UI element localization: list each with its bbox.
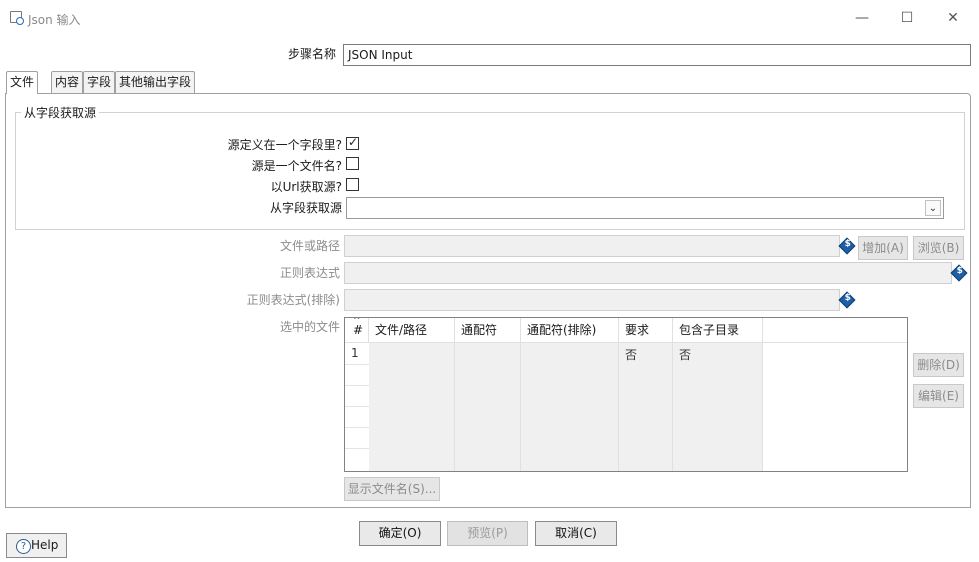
row-divider bbox=[345, 427, 369, 428]
sort-caret-icon: ^ bbox=[353, 317, 361, 326]
minimize-button[interactable]: — bbox=[850, 8, 874, 28]
column-header-required[interactable]: 要求 bbox=[619, 318, 673, 343]
help-label: Help bbox=[31, 538, 59, 552]
table-column-bg bbox=[455, 343, 521, 471]
step-name-input[interactable]: JSON Input bbox=[343, 44, 971, 66]
read-from-url-label: 以Url获取源? bbox=[270, 180, 342, 194]
file-path-input[interactable] bbox=[344, 235, 840, 257]
add-button[interactable]: 增加(A) bbox=[858, 236, 908, 260]
row-divider bbox=[345, 385, 369, 386]
help-button[interactable]: ? Help bbox=[6, 533, 67, 558]
row-divider bbox=[345, 406, 369, 407]
get-source-field-select[interactable]: ⌄ bbox=[346, 197, 944, 219]
chevron-down-icon[interactable]: ⌄ bbox=[925, 200, 941, 216]
cancel-button[interactable]: 取消(C) bbox=[535, 521, 617, 546]
show-filenames-button[interactable]: 显示文件名(S)... bbox=[344, 477, 440, 501]
row-required[interactable]: 否 bbox=[625, 346, 637, 363]
column-header-wildcard-exclude[interactable]: 通配符(排除) bbox=[521, 318, 619, 343]
tab-additional-output-fields[interactable]: 其他输出字段 bbox=[115, 71, 196, 93]
table-column-bg bbox=[369, 343, 455, 471]
column-header-wildcard[interactable]: 通配符 bbox=[455, 318, 521, 343]
window-title: Json 输入 bbox=[28, 13, 81, 27]
source-is-filename-checkbox[interactable] bbox=[346, 157, 359, 170]
close-button[interactable]: ✕ bbox=[941, 8, 965, 28]
app-icon bbox=[10, 11, 24, 25]
step-name-label: 步骤名称 bbox=[288, 47, 337, 61]
source-is-filename-label: 源是一个文件名? bbox=[251, 159, 342, 173]
maximize-button[interactable]: ☐ bbox=[895, 8, 919, 28]
table-header: # 文件/路径 通配符 通配符(排除) 要求 包含子目录 bbox=[345, 318, 907, 343]
preview-button[interactable]: 预览(P) bbox=[447, 521, 528, 546]
row-number: 1 bbox=[351, 346, 359, 360]
file-path-label: 文件或路径 bbox=[279, 239, 340, 253]
group-title: 从字段获取源 bbox=[21, 104, 100, 121]
read-from-url-checkbox[interactable] bbox=[346, 178, 359, 191]
column-header-include-subdirs[interactable]: 包含子目录 bbox=[673, 318, 763, 343]
edit-button[interactable]: 编辑(E) bbox=[913, 384, 964, 408]
regex-label: 正则表达式 bbox=[279, 266, 340, 280]
regex-exclude-label: 正则表达式(排除) bbox=[246, 293, 340, 307]
regex-input[interactable] bbox=[344, 262, 952, 284]
ok-button[interactable]: 确定(O) bbox=[359, 521, 441, 546]
column-header-path[interactable]: 文件/路径 bbox=[369, 318, 455, 343]
selected-files-table[interactable]: # 文件/路径 通配符 通配符(排除) 要求 包含子目录 ^ 1 否 否 bbox=[344, 317, 908, 472]
get-source-field-label: 从字段获取源 bbox=[269, 201, 342, 215]
source-in-field-checkbox[interactable] bbox=[346, 135, 359, 150]
tab-file[interactable]: 文件 bbox=[6, 71, 39, 94]
question-mark-icon: ? bbox=[16, 539, 31, 554]
selected-files-label: 选中的文件 bbox=[279, 320, 340, 334]
source-in-field-label: 源定义在一个字段里? bbox=[227, 138, 342, 152]
regex-exclude-input[interactable] bbox=[344, 289, 840, 311]
background-toolbar-remnant bbox=[60, 0, 440, 6]
browse-button[interactable]: 浏览(B) bbox=[913, 236, 964, 260]
delete-button[interactable]: 删除(D) bbox=[913, 353, 964, 377]
tab-content[interactable]: 内容 bbox=[51, 71, 84, 93]
row-include-subdirs[interactable]: 否 bbox=[679, 346, 691, 363]
row-divider bbox=[345, 448, 369, 449]
tab-fields[interactable]: 字段 bbox=[83, 71, 116, 93]
table-column-bg bbox=[521, 343, 619, 471]
row-divider bbox=[345, 364, 369, 365]
table-column-bg bbox=[763, 343, 907, 471]
